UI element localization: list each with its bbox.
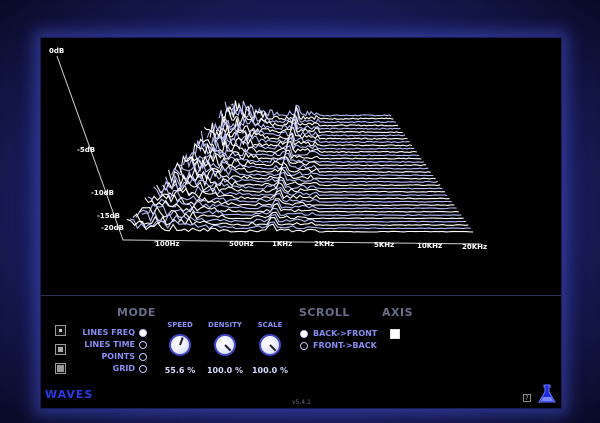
mode-title: MODE [117, 306, 156, 319]
axis-checkbox[interactable] [390, 329, 400, 339]
square-view-icon [59, 329, 62, 332]
scale-title: SCALE [257, 321, 283, 329]
y-label-20db: -20dB [101, 224, 124, 232]
mode-radio-lines-freq[interactable] [139, 329, 147, 337]
x-label-5khz: 5KHz [374, 241, 395, 249]
density-knob[interactable] [214, 334, 236, 356]
scroll-radio-back-front[interactable] [300, 330, 308, 338]
help-icon[interactable]: ? [523, 394, 531, 402]
mode-radio-lines-time[interactable] [139, 341, 147, 349]
speed-knob-pointer [179, 337, 184, 346]
y-label-10db: -10dB [91, 189, 114, 197]
spectrum-trace [173, 161, 436, 180]
speed-knob[interactable] [169, 334, 191, 356]
y-label-5db: -5dB [77, 146, 96, 154]
waterfall-plot: 0dB -5dB -10dB -15dB -20dB 100Hz 500Hz 1… [41, 38, 561, 294]
scale-value: 100.0 % [251, 366, 289, 375]
version-label: v5.4.1 [292, 399, 311, 406]
waves-logo: WAVES [45, 388, 94, 401]
axis-title: AXIS [382, 306, 414, 319]
waterfall-svg [56, 55, 482, 246]
scroll-option-front-back[interactable]: FRONT->BACK [313, 341, 377, 350]
view-button-3[interactable] [55, 363, 66, 374]
mode-option-lines-time[interactable]: LINES TIME [71, 340, 135, 349]
x-label-500hz: 500Hz [229, 240, 254, 248]
scale-knob[interactable] [259, 334, 281, 356]
analyzer-window: 0dB -5dB -10dB -15dB -20dB 100Hz 500Hz 1… [40, 37, 562, 409]
mode-radio-points[interactable] [139, 353, 147, 361]
mode-option-grid[interactable]: GRID [71, 364, 135, 373]
mode-radio-grid[interactable] [139, 365, 147, 373]
scroll-radio-front-back[interactable] [300, 342, 308, 350]
scroll-title: SCROLL [299, 306, 350, 319]
speed-value: 55.6 % [164, 366, 196, 375]
x-label-1khz: 1KHz [272, 240, 293, 248]
y-label-15db: -15dB [97, 212, 120, 220]
control-panel: MODE LINES FREQ LINES TIME POINTS GRID S… [41, 296, 561, 408]
help-label: ? [525, 395, 529, 402]
flask-logo-icon[interactable] [538, 384, 556, 404]
density-value: 100.0 % [206, 366, 244, 375]
mode-option-points[interactable]: POINTS [71, 352, 135, 361]
mode-option-lines-freq[interactable]: LINES FREQ [71, 328, 135, 337]
scroll-option-back-front[interactable]: BACK->FRONT [313, 329, 377, 338]
view-button-2[interactable] [55, 344, 66, 355]
x-label-2khz: 2KHz [314, 240, 335, 248]
density-knob-pointer [224, 344, 232, 352]
x-label-20khz: 20KHz [462, 243, 488, 251]
x-label-10khz: 10KHz [417, 242, 443, 250]
x-label-100hz: 100Hz [155, 240, 180, 248]
scale-knob-pointer [269, 344, 277, 352]
speed-title: SPEED [167, 321, 193, 329]
square-view-icon [58, 347, 63, 352]
view-button-1[interactable] [55, 325, 66, 336]
density-title: DENSITY [208, 321, 242, 329]
square-view-icon [57, 365, 64, 372]
y-label-0db: 0dB [49, 47, 65, 55]
